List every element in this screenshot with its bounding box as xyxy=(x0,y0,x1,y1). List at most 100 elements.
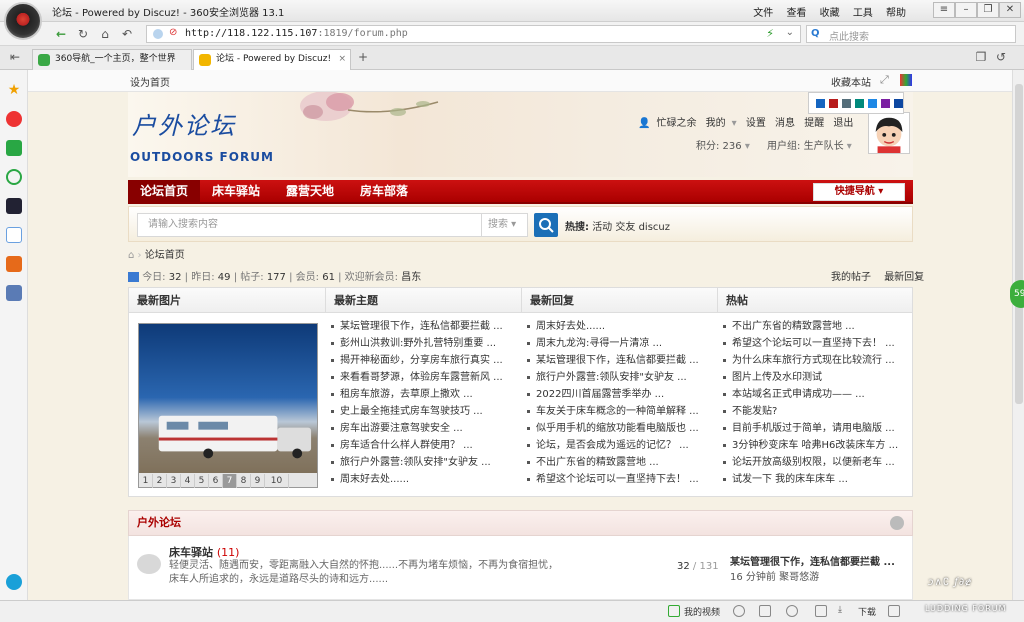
search-type-select[interactable]: 搜索 ▾ xyxy=(482,213,528,237)
hot-word[interactable]: 交友 xyxy=(615,222,635,233)
skin-icon[interactable]: ≡ xyxy=(933,2,955,18)
page-number[interactable]: 9 xyxy=(251,474,265,488)
list-item[interactable]: 不能发贴? xyxy=(718,403,904,420)
list-item[interactable]: 周末好去处...... xyxy=(522,318,708,335)
list-item[interactable]: 租房车旅游，去草原上撒欢 ... xyxy=(326,386,512,403)
nav-rv[interactable]: 房车部落 xyxy=(348,180,420,204)
side-badge[interactable]: 59 xyxy=(1010,280,1024,308)
page-number[interactable]: 5 xyxy=(195,474,209,488)
latest-replies-link[interactable]: 最新回复 xyxy=(884,272,924,283)
game-icon[interactable] xyxy=(6,256,22,272)
mail-icon[interactable] xyxy=(6,140,22,156)
set-home-link[interactable]: 设为首页 xyxy=(130,74,170,89)
color-swatch[interactable] xyxy=(881,99,890,108)
menu-favorites[interactable]: 收藏 xyxy=(820,8,840,19)
hot-word[interactable]: 活动 xyxy=(592,222,612,233)
browser-logo-icon[interactable] xyxy=(4,2,42,40)
sidebar-add-icon[interactable] xyxy=(6,574,22,590)
page-number[interactable]: 1 xyxy=(139,474,153,488)
forum-logo[interactable]: 户外论坛 xyxy=(132,106,236,141)
cloud-icon[interactable] xyxy=(6,169,22,185)
plane-icon[interactable] xyxy=(815,605,827,617)
settings-link[interactable]: 设置 xyxy=(746,118,766,129)
list-item[interactable]: 旅行户外露营:领队安排"女驴友 ... xyxy=(326,454,512,471)
list-item[interactable]: 为什么床车旅行方式现在比较流行 ... xyxy=(718,352,904,369)
color-swatch[interactable] xyxy=(842,99,851,108)
list-item[interactable]: 房车适合什么样人群使用？ ... xyxy=(326,437,512,454)
list-item[interactable]: 揭开神秘面纱，分享房车旅行真实 ... xyxy=(326,352,512,369)
undo-close-icon[interactable]: ↺ xyxy=(992,49,1010,65)
list-item[interactable]: 2022四川首届露营季举办 ... xyxy=(522,386,708,403)
back-icon[interactable]: ← xyxy=(52,26,70,42)
speed-icon[interactable]: ⚡ xyxy=(766,27,774,40)
list-item[interactable]: 某坛管理很下作，连私信都要拦截 ... xyxy=(326,318,512,335)
list-item[interactable]: 车友关于床车概念的一种简单解释 ... xyxy=(522,403,708,420)
tab-list-icon[interactable]: ⇤ xyxy=(6,49,24,65)
color-swatch[interactable] xyxy=(868,99,877,108)
menu-tools[interactable]: 工具 xyxy=(853,8,873,19)
search-engine-icon[interactable]: Q xyxy=(811,28,820,39)
username-link[interactable]: 忙碌之余 xyxy=(656,118,696,129)
list-item[interactable]: 希望这个论坛可以一直坚持下去！ ... xyxy=(522,471,708,488)
list-item[interactable]: 史上最全拖挂式房车驾驶技巧 ... xyxy=(326,403,512,420)
forum-last-post[interactable]: 某坛管理很下作，连私信都要拦截 ... xyxy=(730,553,895,568)
color-swatch[interactable] xyxy=(855,99,864,108)
heart-icon[interactable] xyxy=(786,605,798,617)
section-title[interactable]: 户外论坛 xyxy=(137,516,181,529)
avatar[interactable] xyxy=(868,112,910,154)
my-link[interactable]: 我的 xyxy=(706,118,726,129)
maximize-icon[interactable]: ❐ xyxy=(977,2,999,18)
download-arrow-icon[interactable]: ⤓ xyxy=(838,605,842,615)
nav-bed-car[interactable]: 床车驿站 xyxy=(200,180,272,204)
quick-nav-button[interactable]: 快捷导航 ▾ xyxy=(813,183,905,201)
minimize-icon[interactable]: – xyxy=(955,2,977,18)
hot-word[interactable]: discuz xyxy=(639,222,670,233)
video-icon[interactable] xyxy=(668,605,680,617)
list-item[interactable]: 彭州山洪救训:野外扎营特别重要 ... xyxy=(326,335,512,352)
list-item[interactable]: 图片上传及水印测试 xyxy=(718,369,904,386)
undo-icon[interactable]: ↶ xyxy=(118,26,136,42)
tab-close-icon[interactable]: × xyxy=(338,50,346,69)
download-link[interactable]: 下载 xyxy=(858,605,876,618)
forum-name[interactable]: 床车驿站 (11) xyxy=(169,544,239,560)
color-swatch[interactable] xyxy=(816,99,825,108)
page-number-current[interactable]: 7 xyxy=(223,474,237,488)
forum-search-input[interactable]: 请输入搜索内容 xyxy=(137,213,482,237)
shield-icon[interactable] xyxy=(733,605,745,617)
document-icon[interactable] xyxy=(6,227,22,243)
restore-tab-icon[interactable]: ❐ xyxy=(972,49,990,65)
close-icon[interactable]: ✕ xyxy=(999,2,1021,18)
nav-forum-home[interactable]: 论坛首页 xyxy=(128,180,200,204)
collapse-icon[interactable] xyxy=(890,516,904,530)
forum-last-time[interactable]: 16 分钟前 聚哥悠游 xyxy=(730,568,819,583)
page-number[interactable]: 10 xyxy=(265,474,289,488)
list-item[interactable]: 房车出游要注意驾驶安全 ... xyxy=(326,420,512,437)
list-item[interactable]: 周末好去处...... xyxy=(326,471,512,488)
list-item[interactable]: 本站域名正式申请成功—— ... xyxy=(718,386,904,403)
fullscreen-icon[interactable]: ⤢ xyxy=(880,73,889,87)
scrollbar-thumb[interactable] xyxy=(1015,84,1023,404)
list-item[interactable]: 来看看哥梦源，体验房车露营新风 ... xyxy=(326,369,512,386)
weibo-icon[interactable] xyxy=(6,111,22,127)
my-posts-link[interactable]: 我的帖子 xyxy=(831,272,871,283)
new-tab-icon[interactable]: + xyxy=(354,49,372,65)
game-app-icon[interactable] xyxy=(6,198,22,214)
points-link[interactable]: 积分: 236 xyxy=(696,141,742,152)
menu-view[interactable]: 查看 xyxy=(786,8,806,19)
list-item[interactable]: 希望这个论坛可以一直坚持下去！ ... xyxy=(718,335,904,352)
menu-help[interactable]: 帮助 xyxy=(886,8,906,19)
delete-icon[interactable] xyxy=(888,605,900,617)
page-number[interactable]: 8 xyxy=(237,474,251,488)
my-videos-link[interactable]: 我的视频 xyxy=(684,605,720,618)
chevron-down-icon[interactable]: ▾ xyxy=(742,141,750,152)
forum-logo-en[interactable]: OUTDOORS FORUM xyxy=(130,150,274,164)
home-icon[interactable]: ⌂ xyxy=(96,26,114,42)
nav-camping[interactable]: 露营天地 xyxy=(274,180,346,204)
page-number[interactable]: 2 xyxy=(153,474,167,488)
list-item[interactable]: 论坛开放高级别权限，以便新老车 ... xyxy=(718,454,904,471)
list-item[interactable]: 目前手机版过于简单，请用电脑版 ... xyxy=(718,420,904,437)
list-item[interactable]: 周末九龙沟:寻得一片清凉 ... xyxy=(522,335,708,352)
refresh-icon[interactable]: ↻ xyxy=(74,26,92,42)
chevron-down-icon[interactable]: ▾ xyxy=(732,118,737,129)
menu-file[interactable]: 文件 xyxy=(753,8,773,19)
